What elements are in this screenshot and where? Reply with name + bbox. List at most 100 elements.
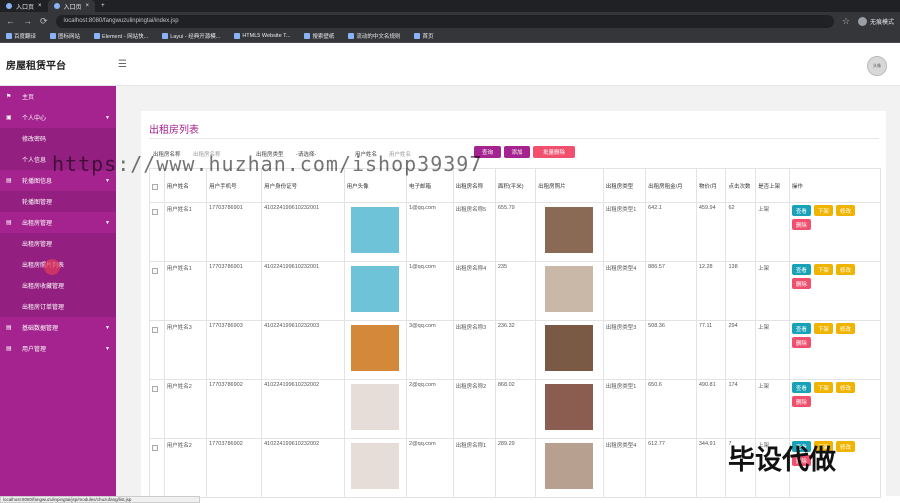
star-icon[interactable]: ☆ xyxy=(842,16,850,26)
row-checkbox[interactable] xyxy=(152,327,158,333)
take-down-button[interactable]: 下架 xyxy=(813,382,833,393)
click-indicator xyxy=(44,259,60,275)
bookmark[interactable]: 首页 xyxy=(414,32,433,40)
chevron-down-icon: ▼ xyxy=(105,345,110,352)
delete-button[interactable]: 删除 xyxy=(791,396,811,407)
column-header: 物价/月 xyxy=(695,168,727,203)
menu-toggle-icon[interactable]: ☰ xyxy=(118,59,127,70)
take-down-button[interactable]: 下架 xyxy=(813,205,833,216)
clicks-cell: 174 xyxy=(725,379,757,439)
forward-icon[interactable]: → xyxy=(23,16,32,26)
email-cell: 3@qq.com xyxy=(406,320,454,380)
idcard-cell: 410224199610232002 xyxy=(261,379,345,439)
view-button[interactable]: 查看 xyxy=(791,264,811,275)
sidebar-item-label: 基础数据管理 xyxy=(22,326,59,332)
new-tab-icon[interactable]: + xyxy=(95,0,111,12)
bookmark[interactable]: 百度翻译 xyxy=(6,32,36,40)
close-icon[interactable]: × xyxy=(86,3,90,9)
batch-delete-button[interactable]: 批量删除 xyxy=(533,146,575,158)
bookmark[interactable]: HTML5 Website T... xyxy=(234,33,290,39)
sidebar-subitem-rental[interactable]: 出租房管理 xyxy=(0,233,116,254)
phone-cell: 17703786901 xyxy=(206,202,263,262)
area-cell: 655.79 xyxy=(494,202,537,262)
delete-button[interactable]: 删除 xyxy=(791,278,811,289)
bookmark[interactable]: 搜索壁纸 xyxy=(304,32,334,40)
column-header: 点击次数 xyxy=(725,168,757,203)
row-select-cell[interactable] xyxy=(149,320,165,380)
table-row: 用户姓名3 17703786903 410224199610232003 3@qq.c… xyxy=(149,320,882,380)
status-cell: 上架 xyxy=(755,320,790,380)
photo-cell xyxy=(535,379,604,439)
browser-tab[interactable]: 入口页 × xyxy=(0,0,48,12)
bookmark[interactable]: Layui - 经典开源模... xyxy=(162,32,220,40)
sidebar-item-users[interactable]: ▤ 用户管理 ▼ xyxy=(0,338,116,359)
address-bar[interactable]: localhost:8080/fangwuzulinpingtai/index.… xyxy=(55,14,834,28)
incognito-icon xyxy=(857,16,867,26)
delete-button[interactable]: 删除 xyxy=(791,219,811,230)
view-button[interactable]: 查看 xyxy=(791,382,811,393)
sidebar-subitem-password[interactable]: 修改密码 xyxy=(0,128,116,149)
sidebar-subitem-carousel[interactable]: 轮播图管理 xyxy=(0,191,116,212)
take-down-button[interactable]: 下架 xyxy=(813,323,833,334)
back-icon[interactable]: ← xyxy=(6,16,15,26)
edit-button[interactable]: 修改 xyxy=(835,264,855,275)
house-photo-image xyxy=(545,207,594,253)
view-button[interactable]: 查看 xyxy=(791,205,811,216)
bookmark-label: 流动的中文名规则 xyxy=(356,34,401,40)
status-bar-url: localhost:8080/fangwuzulinpingtai/jsp/mo… xyxy=(0,496,200,503)
bookmark[interactable]: 流动的中文名规则 xyxy=(348,32,400,40)
edit-button[interactable]: 修改 xyxy=(835,205,855,216)
browser-tab-active[interactable]: 入口页 × xyxy=(47,0,96,12)
avatar[interactable]: 头像 xyxy=(867,56,887,76)
row-checkbox[interactable] xyxy=(152,445,158,451)
bookmark-label: 图标网站 xyxy=(58,34,81,40)
area-cell: 289.29 xyxy=(494,438,537,498)
bookmark-label: HTML5 Website T... xyxy=(242,33,291,39)
row-checkbox[interactable] xyxy=(152,268,158,274)
sidebar-item-label: 用户管理 xyxy=(22,347,47,353)
close-icon[interactable]: × xyxy=(38,3,42,9)
delete-button[interactable]: 删除 xyxy=(791,337,811,348)
bookmark[interactable]: Element - 网站快... xyxy=(94,32,148,40)
bookmark-label: 首页 xyxy=(422,34,434,40)
take-down-button[interactable]: 下架 xyxy=(813,264,833,275)
add-button[interactable]: 添加 xyxy=(504,146,530,158)
row-select-cell[interactable] xyxy=(149,379,165,439)
column-header: 面积(平米) xyxy=(494,168,537,203)
bookmark[interactable]: 图标网站 xyxy=(50,32,80,40)
edit-button[interactable]: 修改 xyxy=(835,441,855,452)
bookmark-label: 百度翻译 xyxy=(14,34,37,40)
view-button[interactable]: 查看 xyxy=(791,323,811,334)
row-checkbox[interactable] xyxy=(152,209,158,215)
row-select-cell[interactable] xyxy=(149,438,165,498)
row-select-cell[interactable] xyxy=(149,202,165,262)
sidebar-item-home[interactable]: ⚑ 主页 xyxy=(0,86,116,107)
bookmark-label: Layui - 经典开源模... xyxy=(170,34,221,40)
idcard-cell: 410224199610232003 xyxy=(261,320,345,380)
select-all-checkbox[interactable] xyxy=(152,183,158,190)
photo-cell xyxy=(535,320,604,380)
row-select-cell[interactable] xyxy=(149,261,165,321)
house-name-cell: 出租房名称4 xyxy=(452,261,496,321)
sidebar-item-rental[interactable]: ▤ 出租房管理 ▼ xyxy=(0,212,116,233)
edit-button[interactable]: 修改 xyxy=(835,382,855,393)
idcard-cell: 410224199610232001 xyxy=(261,202,345,262)
sidebar-subitem-rental-orders[interactable]: 出租房订单管理 xyxy=(0,296,116,317)
sidebar-item-personal[interactable]: ▣ 个人中心 ▼ xyxy=(0,107,116,128)
avatar-cell xyxy=(343,379,408,439)
bookmark-icon xyxy=(304,33,311,39)
house-type-cell: 出租房类型4 xyxy=(602,261,647,321)
sidebar-subitem-rental-favorites[interactable]: 出租房收藏管理 xyxy=(0,275,116,296)
reload-icon[interactable]: ⟳ xyxy=(40,16,48,26)
incognito-profile[interactable]: 无痕模式 xyxy=(857,16,894,26)
house-photo-image xyxy=(545,266,594,312)
row-checkbox[interactable] xyxy=(152,386,158,392)
sidebar-item-basedata[interactable]: ▤ 基础数据管理 ▼ xyxy=(0,317,116,338)
tab-label: 入口页 xyxy=(63,4,82,11)
profile-label: 无痕模式 xyxy=(869,19,894,26)
image-icon: ▤ xyxy=(6,178,12,184)
page-icon xyxy=(6,3,12,9)
edit-button[interactable]: 修改 xyxy=(835,323,855,334)
sidebar-item-label: 个人中心 xyxy=(22,116,47,122)
price-cell: 344.91 xyxy=(695,438,727,498)
